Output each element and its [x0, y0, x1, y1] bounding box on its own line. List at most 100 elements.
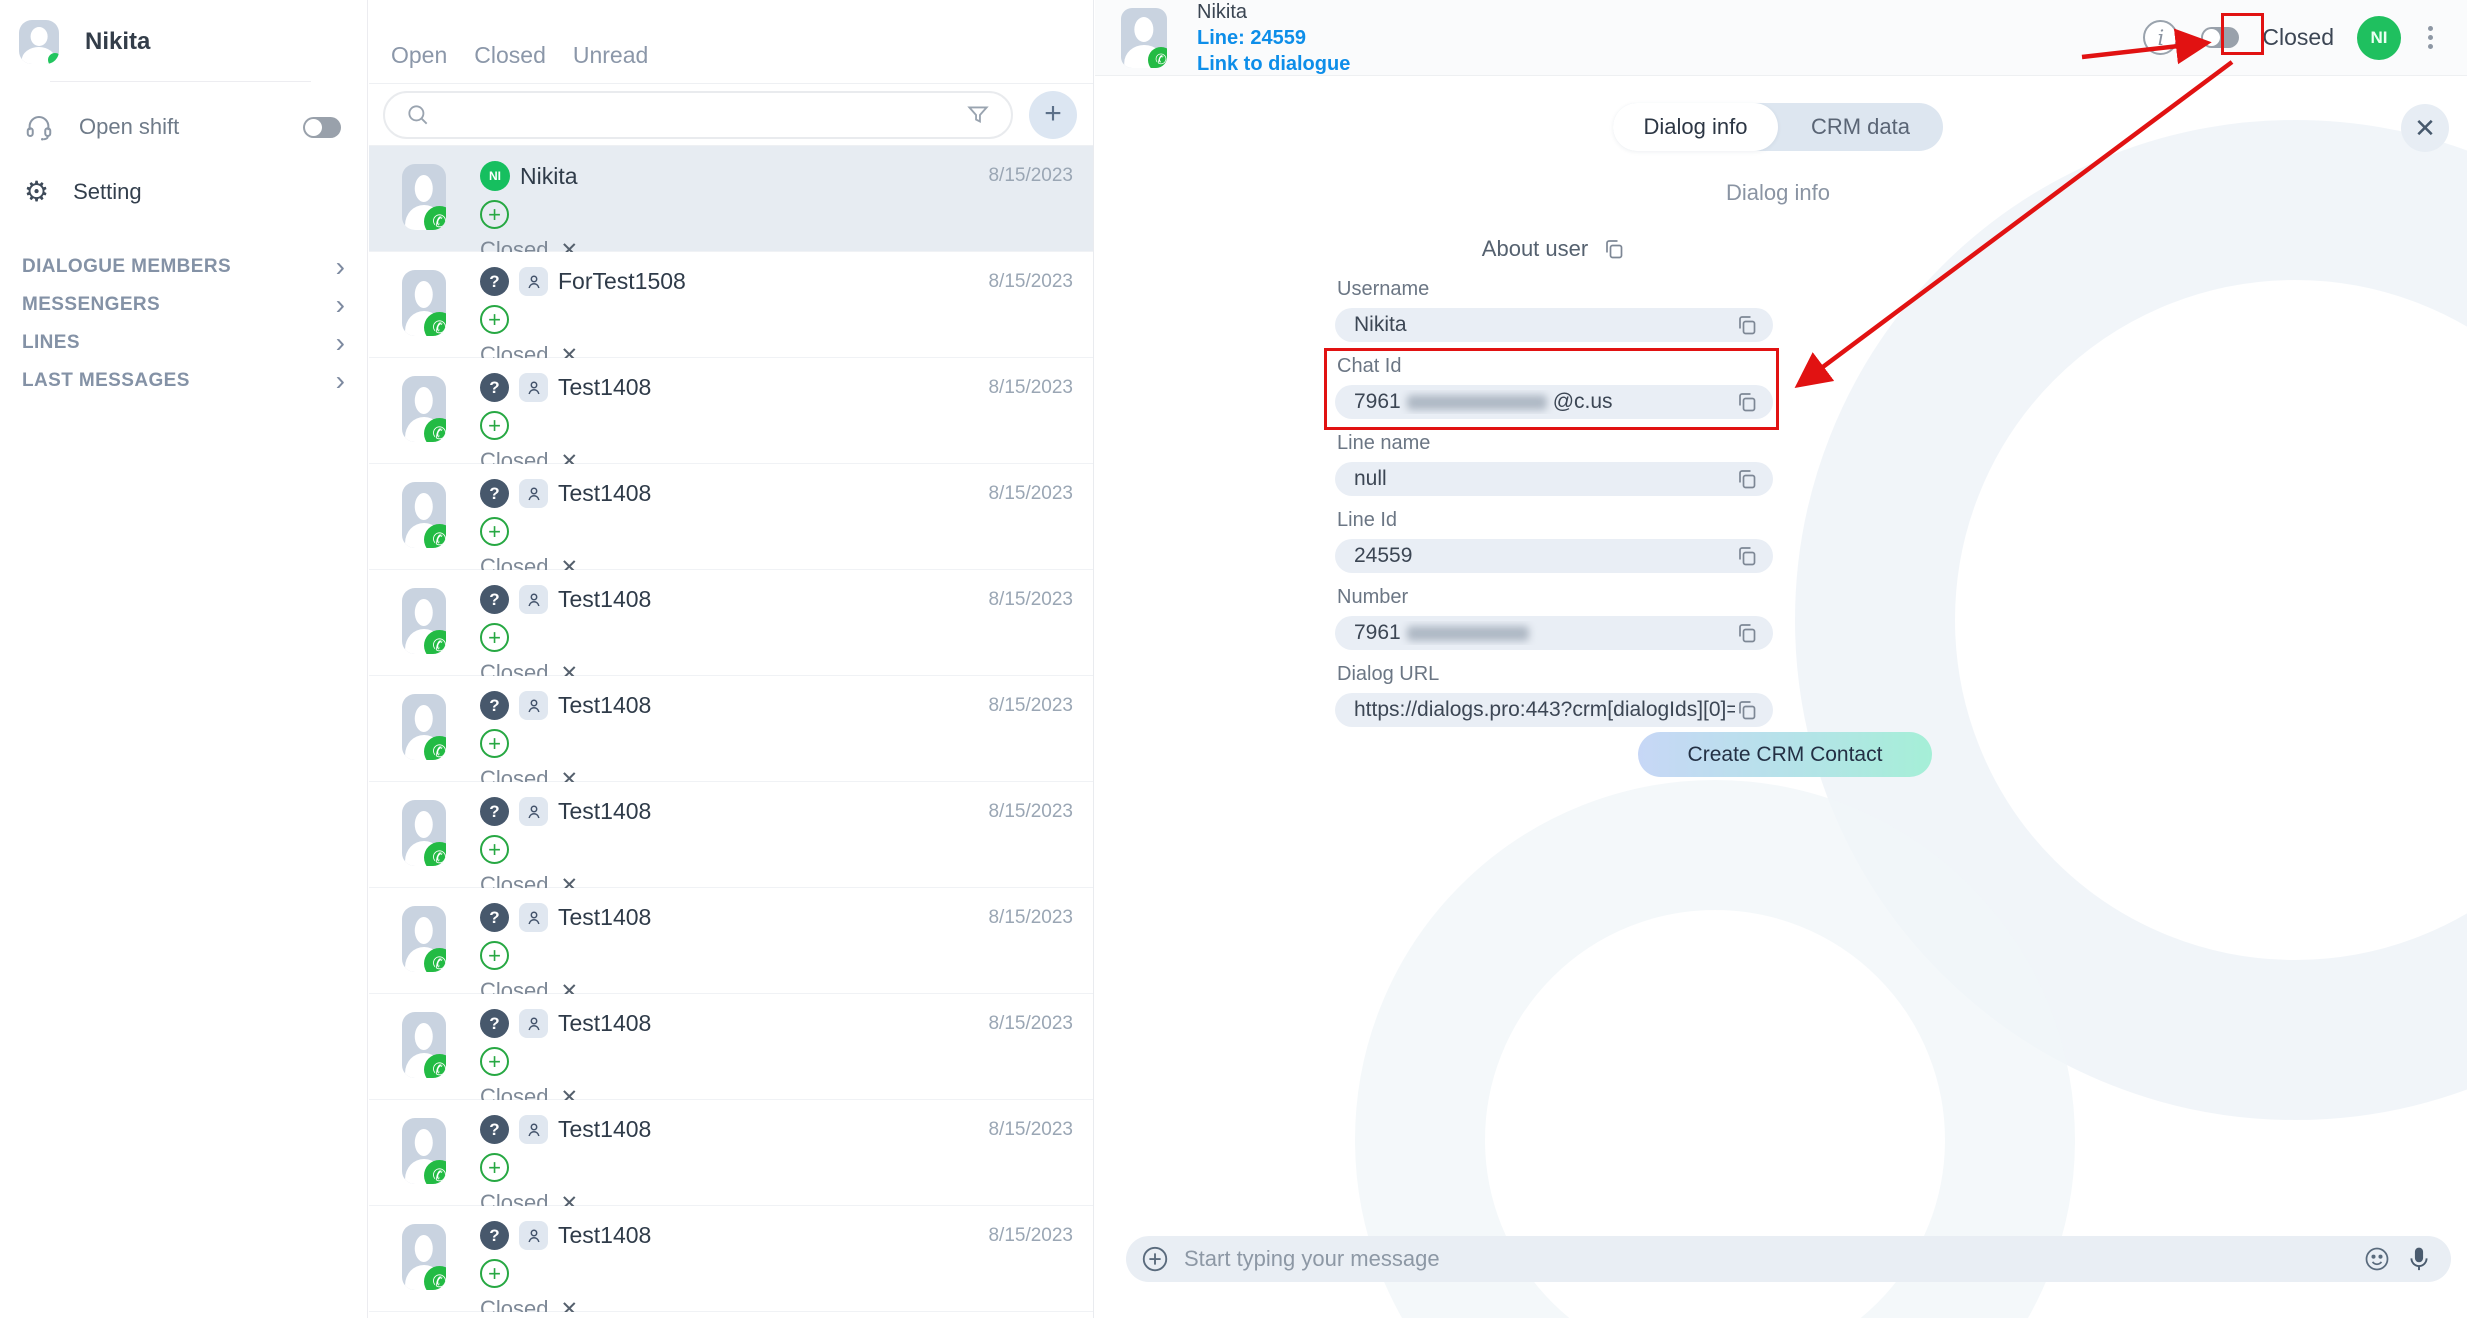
add-tag-icon[interactable]: +	[480, 1153, 509, 1182]
dialog-contact-name: Test1408	[558, 692, 651, 719]
filter-icon[interactable]	[965, 102, 991, 128]
dialog-list-item[interactable]: ✆ NI ? Nikita 8/15/2023	[369, 146, 1093, 252]
add-tag-icon[interactable]: +	[480, 1047, 509, 1076]
close-panel-button[interactable]: ✕	[2401, 104, 2449, 152]
info-field: Number 7961	[1335, 586, 1773, 650]
copy-icon[interactable]	[1735, 621, 1759, 645]
dialog-date: 8/15/2023	[988, 377, 1073, 399]
sidebar-menu-item[interactable]: LAST MESSAGES ›	[0, 362, 367, 400]
add-tag-icon[interactable]: +	[480, 305, 509, 334]
whatsapp-icon: ✆	[424, 312, 446, 336]
field-value-pill: 7961 @c.us	[1335, 385, 1773, 419]
add-dialog-button[interactable]: +	[1029, 91, 1077, 139]
info-field: Dialog URL https://dialogs.pro:443?crm[d…	[1335, 663, 1773, 727]
guest-contact-icon	[519, 373, 548, 402]
dialog-status-toggle[interactable]	[2201, 27, 2239, 48]
dialog-status-text: Closed	[2262, 24, 2334, 51]
add-tag-icon[interactable]: +	[480, 1259, 509, 1288]
chevron-right-icon: ›	[336, 371, 345, 391]
contact-avatar: ✆	[402, 376, 446, 442]
info-field: Line name null	[1335, 432, 1773, 496]
guest-contact-icon	[519, 267, 548, 296]
whatsapp-icon: ✆	[424, 1160, 446, 1184]
sidebar-menu-item[interactable]: LINES ›	[0, 324, 367, 362]
tab-crm-data[interactable]: CRM data	[1778, 103, 1943, 151]
emoji-icon[interactable]	[2363, 1245, 2391, 1273]
dialog-list-item[interactable]: ✆ ? Test1408 8/15/2023	[369, 888, 1093, 994]
field-value: Nikita	[1354, 313, 1735, 337]
copy-icon[interactable]	[1735, 313, 1759, 337]
dialog-item-body: ? ForTest1508 8/15/2023 + Closed	[480, 267, 1073, 357]
dialog-list-item[interactable]: ✆ ? Test1408 8/15/2023	[369, 464, 1093, 570]
create-crm-contact-button[interactable]: Create CRM Contact	[1638, 732, 1932, 777]
copy-all-icon[interactable]	[1602, 237, 1626, 261]
dialog-list-item[interactable]: ✆ ? Test1408 8/15/2023	[369, 1100, 1093, 1206]
guest-contact-icon	[519, 797, 548, 826]
dialog-list-item[interactable]: ✆ ? Test1408 8/15/2023	[369, 782, 1093, 888]
copy-icon[interactable]	[1735, 544, 1759, 568]
contact-avatar: ✆	[402, 800, 446, 866]
add-tag-icon[interactable]: +	[480, 835, 509, 864]
redacted-segment	[1407, 395, 1547, 410]
attach-plus-icon[interactable]	[1140, 1244, 1170, 1274]
dialog-list-item[interactable]: ✆ ? ForTest1508 8/15/2023	[369, 252, 1093, 358]
info-icon[interactable]: i	[2143, 20, 2178, 55]
contact-avatar: ✆	[402, 1118, 446, 1184]
kebab-menu-icon[interactable]	[2424, 22, 2437, 53]
tab-open[interactable]: Open	[391, 42, 447, 69]
dialog-info-panel: Dialog info CRM data ✕ Dialog info About…	[1095, 76, 2467, 1318]
add-tag-icon[interactable]: +	[480, 729, 509, 758]
add-tag-icon[interactable]: +	[480, 200, 509, 229]
dialog-info-form: Username Nikita	[1335, 278, 1773, 740]
dialog-list-item[interactable]: ✆ ? Test1408 8/15/2023	[369, 994, 1093, 1100]
tab-unread[interactable]: Unread	[573, 42, 648, 69]
dialogs-crm-app: Nikita Open shift ⚙ Setting DIALOGUE MEM…	[0, 0, 2467, 1318]
whatsapp-icon: ✆	[424, 206, 446, 230]
tab-closed[interactable]: Closed	[474, 42, 546, 69]
tab-dialog-info[interactable]: Dialog info	[1613, 103, 1778, 151]
dialog-contact-name: Test1408	[558, 1222, 651, 1249]
copy-icon[interactable]	[1735, 698, 1759, 722]
sidebar-menu-item[interactable]: DIALOGUE MEMBERS ›	[0, 248, 367, 286]
copy-icon[interactable]	[1735, 467, 1759, 491]
add-tag-icon[interactable]: +	[480, 411, 509, 440]
chevron-right-icon: ›	[336, 257, 345, 277]
dialog-list-item[interactable]: ✆ ? Test1408 8/15/2023	[369, 1312, 1093, 1318]
guest-contact-icon	[519, 479, 548, 508]
headset-icon	[24, 112, 54, 142]
field-value: https://dialogs.pro:443?crm[dialogIds][0…	[1354, 698, 1735, 722]
whatsapp-icon: ✆	[424, 948, 446, 972]
whatsapp-icon: ✆	[424, 418, 446, 442]
add-tag-icon[interactable]: +	[480, 941, 509, 970]
copy-icon[interactable]	[1735, 390, 1759, 414]
open-shift-label: Open shift	[79, 114, 179, 140]
message-input[interactable]	[1184, 1246, 2349, 1272]
add-tag-icon[interactable]: +	[480, 517, 509, 546]
open-shift-toggle[interactable]	[303, 117, 341, 138]
dialog-list-item[interactable]: ✆ ? Test1408 8/15/2023	[369, 676, 1093, 782]
link-to-dialogue[interactable]: Link to dialogue	[1197, 51, 1350, 77]
unknown-contact-icon: ?	[480, 267, 509, 296]
info-field: Line Id 24559	[1335, 509, 1773, 573]
chat-line-id[interactable]: Line: 24559	[1197, 25, 1350, 51]
dialog-date: 8/15/2023	[988, 165, 1073, 187]
setting-row[interactable]: ⚙ Setting	[0, 142, 367, 206]
add-tag-icon[interactable]: +	[480, 623, 509, 652]
mic-icon[interactable]	[2405, 1245, 2433, 1273]
dialog-list-item[interactable]: ✆ ? Test1408 8/15/2023	[369, 358, 1093, 464]
dialog-contact-name: Test1408	[558, 586, 651, 613]
search-input[interactable]	[431, 103, 965, 127]
message-composer	[1126, 1236, 2451, 1282]
field-label: Line Id	[1337, 509, 1773, 532]
chevron-right-icon: ›	[336, 295, 345, 315]
about-user-label: About user	[1482, 236, 1588, 262]
dialog-list-item[interactable]: ✆ ? Test1408 8/15/2023	[369, 570, 1093, 676]
guest-contact-icon	[519, 1221, 548, 1250]
dialog-item-body: ? Test1408 8/15/2023 + Closed	[480, 903, 1073, 993]
sidebar-menu-item[interactable]: MESSENGERS ›	[0, 286, 367, 324]
dialog-list-item[interactable]: ✆ ? Test1408 8/15/2023	[369, 1206, 1093, 1312]
whatsapp-icon: ✆	[424, 842, 446, 866]
sidebar-menu-item-label: MESSENGERS	[22, 294, 160, 316]
operator-avatar[interactable]: NI	[2357, 16, 2401, 60]
unknown-contact-icon: ?	[480, 479, 509, 508]
